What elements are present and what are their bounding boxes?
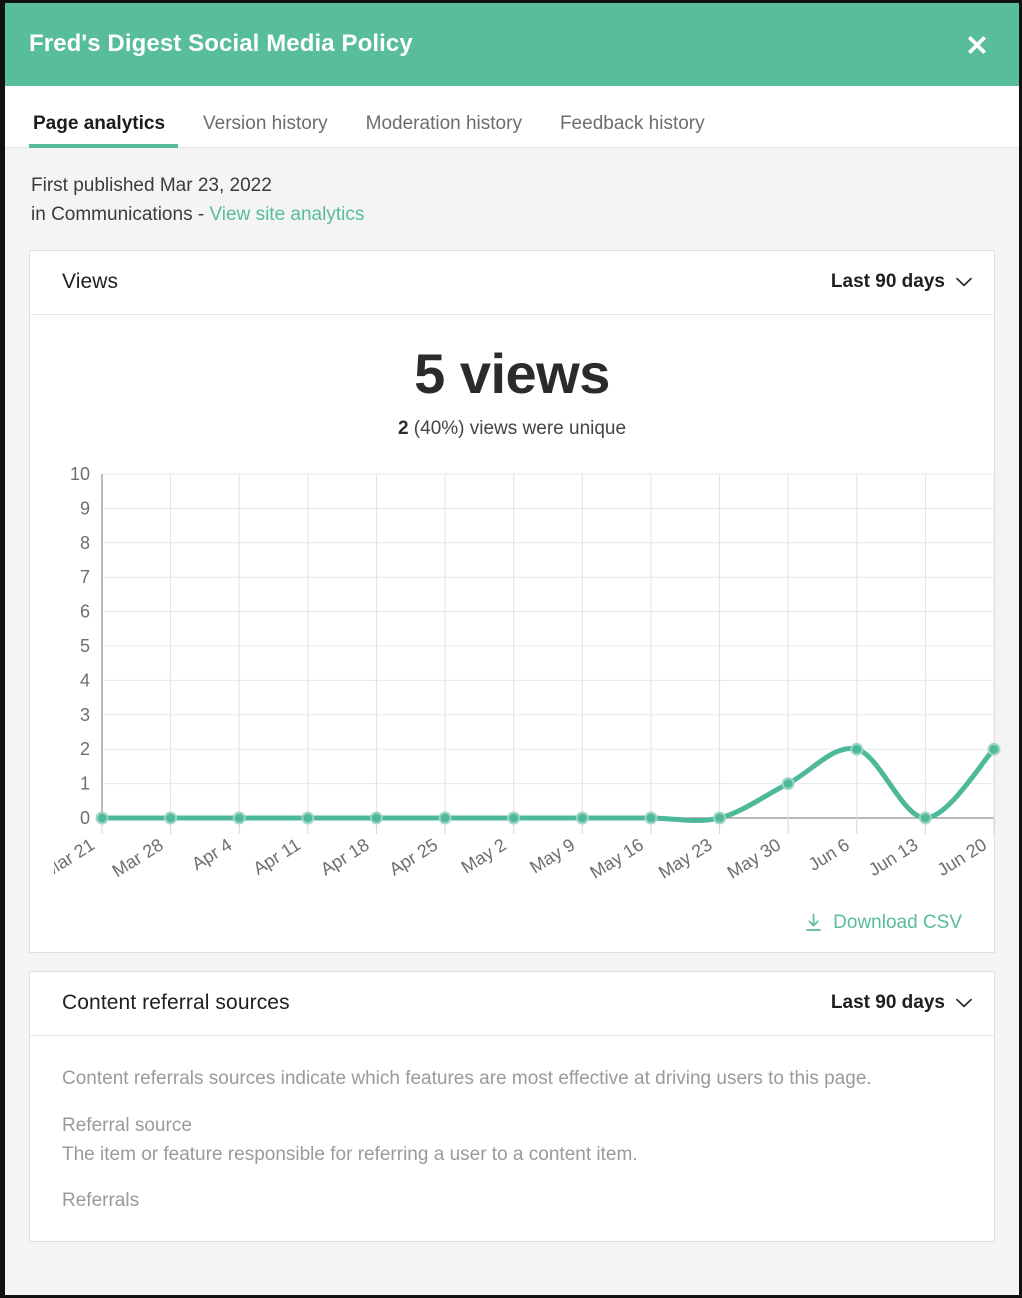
chart-data-point[interactable] (302, 812, 313, 823)
chart-ytick-label: 6 (80, 601, 90, 621)
tab-page-analytics[interactable]: Page analytics (29, 114, 184, 147)
referral-card-body: Content referrals sources indicate which… (30, 1036, 994, 1242)
views-card-body: 5 views 2 (40%) views were unique 0 1 2 3 4 5… (30, 315, 994, 952)
chart-data-point[interactable] (234, 812, 245, 823)
chart-line-series (102, 748, 994, 820)
chart-ytick-label: 10 (70, 466, 90, 484)
views-range-label: Last 90 days (831, 271, 945, 293)
chart-xtick-label: May 16 (586, 834, 647, 882)
chart-ytick-label: 9 (80, 498, 90, 518)
chart-data-point[interactable] (508, 812, 519, 823)
chart-xtick-label: May 30 (724, 834, 785, 882)
chart-xtick-label: Apr 11 (250, 834, 304, 878)
close-icon[interactable] (957, 25, 997, 65)
referral-range-label: Last 90 days (831, 992, 945, 1014)
referral-source-description: The item or feature responsible for refe… (62, 1140, 962, 1169)
views-card: Views Last 90 days 5 views 2 (40%) views… (29, 250, 995, 953)
chart-xtick-label: Apr 4 (188, 834, 235, 874)
views-unique-count: 2 (398, 418, 409, 439)
views-card-title: Views (62, 270, 118, 294)
views-headline: 5 views (54, 337, 970, 404)
chevron-down-icon (956, 998, 972, 1008)
views-range-dropdown[interactable]: Last 90 days (831, 271, 972, 293)
analytics-modal: Fred's Digest Social Media Policy Page a… (0, 0, 1022, 1298)
chevron-down-icon (956, 277, 972, 287)
chart-data-point[interactable] (920, 812, 931, 823)
published-date: First published Mar 23, 2022 (31, 172, 993, 201)
chart-data-point[interactable] (440, 812, 451, 823)
chart-data-point[interactable] (97, 812, 108, 823)
chart-ytick-label: 3 (80, 704, 90, 724)
tab-version-history[interactable]: Version history (184, 114, 347, 147)
views-chart-svg: 0 1 2 3 4 5 6 7 8 9 10 Mar 21Mar 28 Apr 4 Apr 11 Apr 1… (54, 466, 1006, 926)
view-site-analytics-link[interactable]: View site analytics (209, 204, 364, 225)
chart-xtick-label: Mar 21 (54, 834, 98, 881)
chart-data-point[interactable] (783, 778, 794, 789)
chart-xtick-label: Mar 28 (109, 834, 167, 881)
referral-range-dropdown[interactable]: Last 90 days (831, 992, 972, 1014)
referral-card-header: Content referral sources Last 90 days (30, 972, 994, 1036)
chart-xtick-label: Jun 6 (805, 834, 853, 874)
views-line-chart: 0 1 2 3 4 5 6 7 8 9 10 Mar 21Mar 28 Apr 4 Apr 11 Apr 1… (54, 466, 970, 926)
chart-data-point[interactable] (851, 743, 862, 754)
page-title: Fred's Digest Social Media Policy (29, 30, 957, 59)
published-space: in Communications - View site analytics (31, 201, 993, 230)
modal-header: Fred's Digest Social Media Policy (5, 3, 1019, 86)
chart-xtick-label: May 9 (526, 834, 578, 877)
chart-xtick-label: May 23 (655, 834, 716, 882)
published-info: First published Mar 23, 2022 in Communic… (29, 148, 995, 250)
tab-bar: Page analytics Version history Moderatio… (5, 86, 1019, 148)
published-space-label: in Communications - (31, 204, 209, 225)
views-card-header: Views Last 90 days (30, 251, 994, 315)
chart-ytick-label: 2 (80, 739, 90, 759)
chart-xtick-label: Jun 20 (934, 834, 990, 880)
chart-ytick-label: 4 (80, 670, 90, 690)
referrals-definition: Referrals (62, 1186, 962, 1215)
chart-ytick-label: 8 (80, 532, 90, 552)
referral-source-term: Referral source (62, 1111, 962, 1140)
referral-source-definition: Referral source The item or feature resp… (62, 1111, 962, 1170)
referral-card-title: Content referral sources (62, 991, 290, 1015)
chart-ytick-label: 1 (80, 773, 90, 793)
chart-xtick-label: Apr 25 (386, 834, 442, 879)
chart-data-point[interactable] (714, 812, 725, 823)
chart-data-point[interactable] (371, 812, 382, 823)
views-unique-suffix: (40%) views were unique (409, 418, 627, 439)
chart-ytick-label: 0 (80, 808, 90, 828)
chart-data-point[interactable] (645, 812, 656, 823)
chart-xtick-label: May 2 (458, 834, 510, 877)
chart-data-point[interactable] (577, 812, 588, 823)
tab-moderation-history[interactable]: Moderation history (347, 114, 541, 147)
chart-xtick-label: Apr 18 (317, 834, 373, 879)
chart-data-point[interactable] (165, 812, 176, 823)
tab-feedback-history[interactable]: Feedback history (541, 114, 724, 147)
chart-ytick-label: 7 (80, 567, 90, 587)
modal-body: First published Mar 23, 2022 in Communic… (5, 148, 1019, 1295)
chart-xtick-label: Jun 13 (865, 834, 921, 880)
chart-data-point[interactable] (989, 743, 1000, 754)
close-icon-glyph (962, 30, 992, 60)
content-referral-sources-card: Content referral sources Last 90 days Co… (29, 971, 995, 1243)
views-unique-subtitle: 2 (40%) views were unique (54, 418, 970, 440)
referral-intro-text: Content referrals sources indicate which… (62, 1064, 962, 1093)
referrals-term: Referrals (62, 1186, 962, 1215)
chart-ytick-label: 5 (80, 636, 90, 656)
